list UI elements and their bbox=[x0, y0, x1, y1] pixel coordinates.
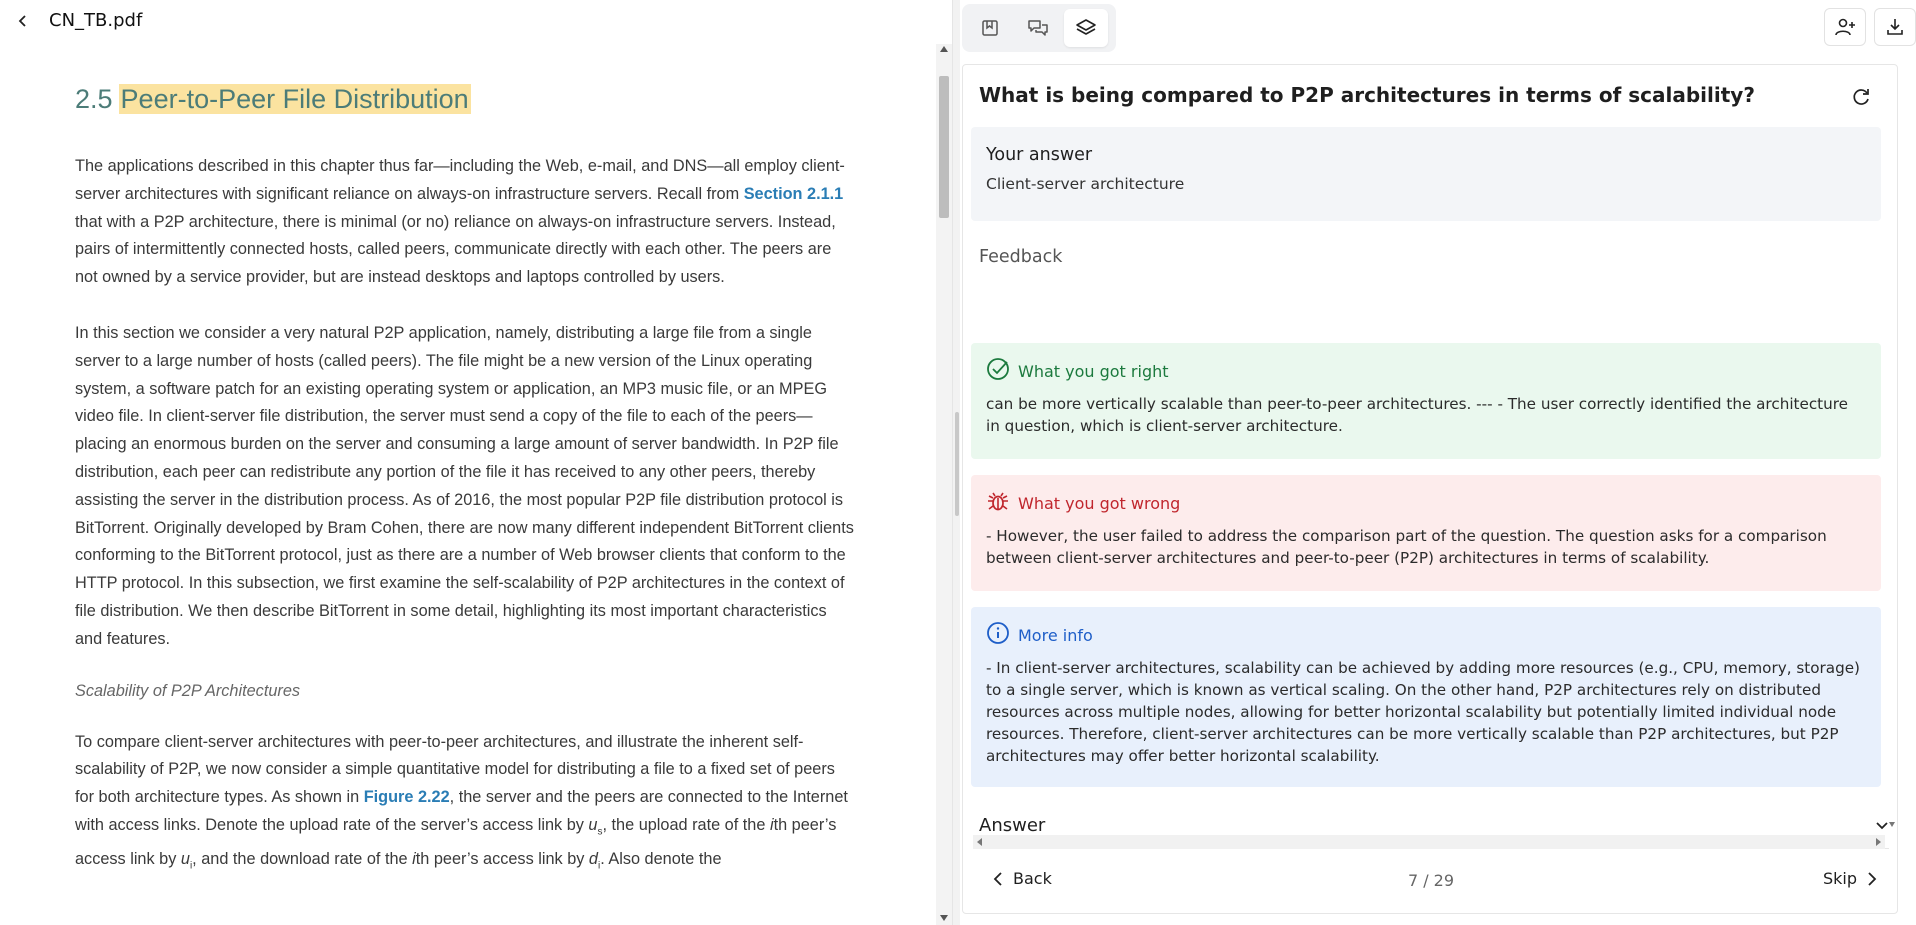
got-right-heading: What you got right bbox=[1018, 361, 1169, 381]
got-right-box: What you got right can be more verticall… bbox=[971, 343, 1881, 459]
info-icon bbox=[986, 621, 1010, 649]
got-wrong-text: - However, the user failed to address th… bbox=[986, 527, 1827, 567]
paragraph-1: The applications described in this chapt… bbox=[75, 157, 845, 287]
bookmark-icon[interactable] bbox=[968, 9, 1012, 47]
add-user-icon[interactable] bbox=[1824, 8, 1866, 46]
refresh-icon[interactable] bbox=[1847, 83, 1875, 111]
section-link[interactable]: Section 2.1.1 bbox=[744, 185, 844, 203]
layers-icon[interactable] bbox=[1064, 9, 1108, 47]
quiz-panel: What is being compared to P2P architectu… bbox=[960, 0, 1916, 925]
download-icon[interactable] bbox=[1874, 8, 1916, 46]
got-right-text: can be more vertically scalable than pee… bbox=[986, 395, 1849, 435]
got-wrong-heading: What you got wrong bbox=[1018, 493, 1181, 513]
question-counter: 7 / 29 bbox=[1407, 871, 1455, 890]
pdf-scrollbar[interactable] bbox=[936, 44, 952, 925]
more-info-text: - In client-server architectures, scalab… bbox=[986, 659, 1860, 765]
scroll-down-icon[interactable] bbox=[1889, 822, 1895, 827]
your-answer-heading: Your answer bbox=[986, 145, 1093, 165]
file-title: CN_TB.pdf bbox=[49, 10, 143, 31]
panel-splitter[interactable] bbox=[952, 0, 960, 925]
top-actions bbox=[1824, 8, 1916, 46]
more-info-heading: More info bbox=[1018, 625, 1093, 645]
quiz-card: What is being compared to P2P architectu… bbox=[962, 64, 1898, 914]
section-title: 2.5 Peer-to-Peer File Distribution bbox=[75, 84, 855, 115]
section-number: 2.5 bbox=[75, 84, 113, 114]
chat-icon[interactable] bbox=[1016, 9, 1060, 47]
card-scrollbar[interactable] bbox=[1887, 65, 1897, 835]
chevron-right-icon bbox=[1868, 871, 1877, 886]
figure-link[interactable]: Figure 2.22 bbox=[364, 788, 450, 806]
pdf-viewer: CN_TB.pdf 2.5 Peer-to-Peer File Distribut… bbox=[0, 0, 952, 925]
subheading: Scalability of P2P Architectures bbox=[75, 681, 301, 700]
your-answer-text: Client-server architecture bbox=[986, 175, 1185, 193]
question-row: What is being compared to P2P architectu… bbox=[979, 83, 1879, 113]
skip-label: Skip bbox=[1822, 869, 1857, 888]
scroll-up-icon[interactable] bbox=[940, 46, 948, 52]
got-wrong-box: What you got wrong - However, the user f… bbox=[971, 475, 1881, 591]
scroll-down-icon[interactable] bbox=[940, 915, 948, 921]
scroll-left-icon[interactable] bbox=[977, 838, 982, 846]
more-info-box: More info - In client-server architectur… bbox=[971, 607, 1881, 787]
back-chevron-icon[interactable] bbox=[10, 8, 36, 34]
answer-label: Answer bbox=[979, 815, 1046, 836]
check-circle-icon bbox=[986, 357, 1010, 385]
quiz-footer: Back 7 / 29 Skip bbox=[963, 851, 1897, 911]
question-text: What is being compared to P2P architectu… bbox=[979, 83, 1755, 107]
horizontal-scrollbar[interactable] bbox=[973, 835, 1885, 849]
pdf-page: 2.5 Peer-to-Peer File Distribution The ap… bbox=[75, 84, 855, 908]
scroll-right-icon[interactable] bbox=[1876, 838, 1881, 846]
paragraph-2: In this section we consider a very natur… bbox=[75, 323, 854, 648]
scroll-thumb[interactable] bbox=[939, 76, 949, 218]
your-answer-box: Your answer Client-server architecture bbox=[971, 127, 1881, 221]
highlighted-section-title[interactable]: Peer-to-Peer File Distribution bbox=[118, 84, 471, 114]
bug-icon bbox=[986, 489, 1010, 517]
tool-switcher bbox=[962, 4, 1116, 52]
paragraph-3: To compare client-server architectures w… bbox=[75, 732, 848, 872]
splitter-grip[interactable] bbox=[955, 412, 959, 516]
feedback-label: Feedback bbox=[979, 247, 1063, 267]
skip-button[interactable]: Skip bbox=[1823, 869, 1877, 888]
viewer-header: CN_TB.pdf bbox=[0, 0, 952, 44]
